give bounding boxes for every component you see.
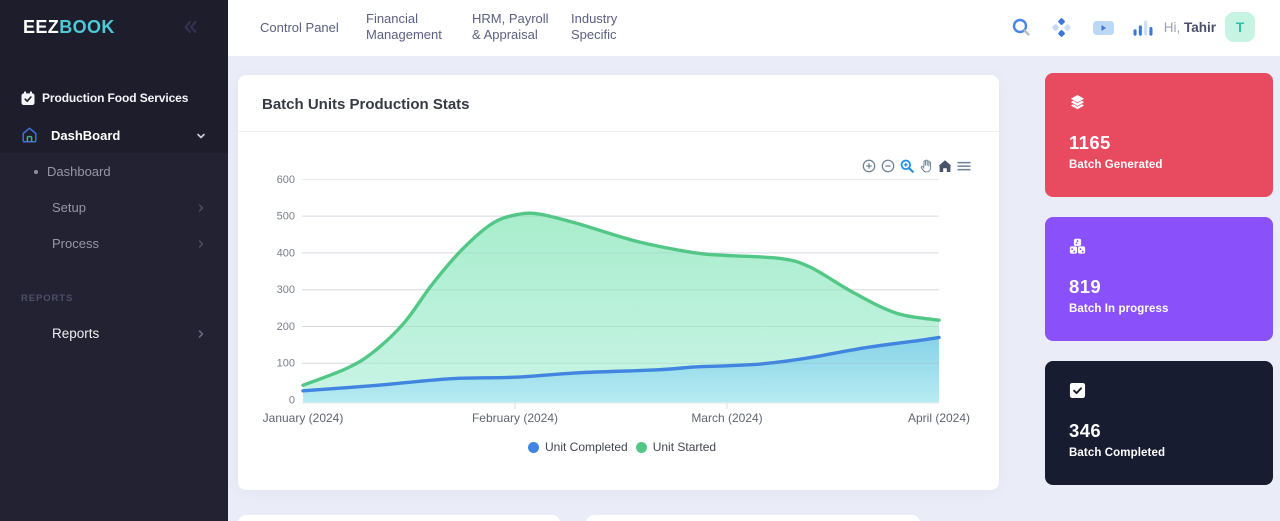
stat-value: 819	[1069, 276, 1101, 298]
svg-text:0: 0	[289, 395, 295, 407]
chevron-right-icon	[196, 203, 206, 213]
logo-text-accent: BOOK	[59, 17, 115, 37]
legend-marker-blue	[528, 442, 539, 453]
topbar: Control Panel Financial Management HRM, …	[228, 0, 1280, 57]
divider	[238, 131, 999, 132]
nav-item-control-panel[interactable]: Control Panel	[260, 20, 339, 36]
sidebar-subitem-dashboard[interactable]: Dashboard	[0, 160, 228, 183]
area-chart[interactable]: 0 100 200 300 400 500 600 January (2024) Februar…	[238, 135, 999, 490]
svg-text:500: 500	[277, 211, 295, 223]
apps-diamonds-icon[interactable]	[1052, 18, 1071, 37]
app-logo: EEZBOOK	[23, 17, 115, 38]
layers-icon	[1069, 94, 1086, 111]
bottom-card-right	[586, 515, 920, 521]
avatar[interactable]: T	[1225, 12, 1255, 42]
svg-text:March (2024): March (2024)	[691, 411, 762, 425]
bullet-icon	[34, 170, 38, 174]
calendar-check-icon	[21, 91, 35, 105]
svg-text:February (2024): February (2024)	[472, 411, 558, 425]
legend-item-unit-started[interactable]: Unit Started	[636, 440, 716, 454]
sidebar-section-reports-label: REPORTS	[21, 293, 73, 304]
nav-item-hrm-payroll[interactable]: HRM, Payroll & Appraisal	[472, 11, 549, 43]
sidebar-item-company-label: Production Food Services	[42, 91, 188, 105]
sidebar-subitem-process[interactable]: Process	[0, 232, 228, 255]
nav-item-line: & Appraisal	[472, 27, 549, 43]
legend-marker-green	[636, 442, 647, 453]
legend-label: Unit Completed	[545, 440, 628, 454]
home-icon	[22, 127, 37, 143]
stat-label: Batch Generated	[1069, 159, 1163, 171]
svg-text:600: 600	[277, 174, 295, 186]
sidebar-item-dashboard-parent-label: DashBoard	[51, 128, 120, 143]
nav-item-line: Specific	[571, 27, 617, 43]
sidebar-item-reports-label: Reports	[52, 326, 99, 341]
stat-card-batch-completed[interactable]: 346 Batch Completed	[1045, 361, 1273, 485]
stat-label: Batch In progress	[1069, 303, 1168, 315]
user-name: Tahir	[1184, 20, 1216, 35]
sidebar-item-company[interactable]: Production Food Services	[0, 86, 228, 110]
sidebar-subitem-setup[interactable]: Setup	[0, 196, 228, 219]
user-greeting: Hi, Tahir	[1076, 20, 1216, 35]
logo-text-primary: EEZ	[23, 17, 59, 37]
greeting-prefix: Hi,	[1164, 20, 1181, 35]
svg-text:300: 300	[277, 284, 295, 296]
nav-item-line: HRM, Payroll	[472, 11, 549, 27]
nav-item-line: Management	[366, 27, 442, 43]
sidebar-section-reports: REPORTS	[0, 291, 228, 305]
nav-item-line: Financial	[366, 11, 442, 27]
nav-item-industry-specific[interactable]: Industry Specific	[571, 11, 617, 43]
avatar-initial: T	[1236, 19, 1245, 35]
svg-text:200: 200	[277, 321, 295, 333]
stat-card-batch-in-progress[interactable]: 819 Batch In progress	[1045, 217, 1273, 341]
nav-item-line: Industry	[571, 11, 617, 27]
cubes-icon	[1069, 238, 1086, 255]
sidebar-item-dashboard-parent[interactable]: DashBoard	[0, 117, 228, 153]
legend-item-unit-completed[interactable]: Unit Completed	[528, 440, 628, 454]
nav-item-financial-management[interactable]: Financial Management	[366, 11, 442, 43]
stat-card-batch-generated[interactable]: 1165 Batch Generated	[1045, 73, 1273, 197]
chevron-right-icon	[196, 239, 206, 249]
double-chevron-left-icon	[183, 20, 198, 34]
bottom-card-left	[238, 515, 560, 521]
chart-legend: Unit Completed Unit Started	[528, 440, 716, 454]
chart-card: Batch Units Production Stats	[238, 75, 999, 490]
stat-label: Batch Completed	[1069, 447, 1165, 459]
svg-text:April (2024): April (2024)	[908, 411, 970, 425]
legend-label: Unit Started	[653, 440, 716, 454]
sidebar-subitem-setup-label: Setup	[52, 200, 86, 215]
check-square-icon	[1069, 382, 1086, 399]
sidebar-subitem-process-label: Process	[52, 236, 99, 251]
sidebar-collapse-icon[interactable]	[183, 20, 198, 39]
chevron-down-icon	[196, 131, 206, 141]
chevron-right-icon	[196, 329, 206, 339]
search-icon[interactable]	[1011, 17, 1032, 38]
sidebar: EEZBOOK Production Food Services DashBoa…	[0, 0, 228, 521]
svg-text:400: 400	[277, 247, 295, 259]
stat-value: 1165	[1069, 132, 1111, 154]
stat-value: 346	[1069, 420, 1101, 442]
chart-title: Batch Units Production Stats	[262, 96, 470, 113]
svg-text:100: 100	[277, 358, 295, 370]
sidebar-subitem-dashboard-label: Dashboard	[47, 164, 111, 179]
svg-text:January (2024): January (2024)	[263, 411, 344, 425]
sidebar-item-reports[interactable]: Reports	[0, 322, 228, 345]
